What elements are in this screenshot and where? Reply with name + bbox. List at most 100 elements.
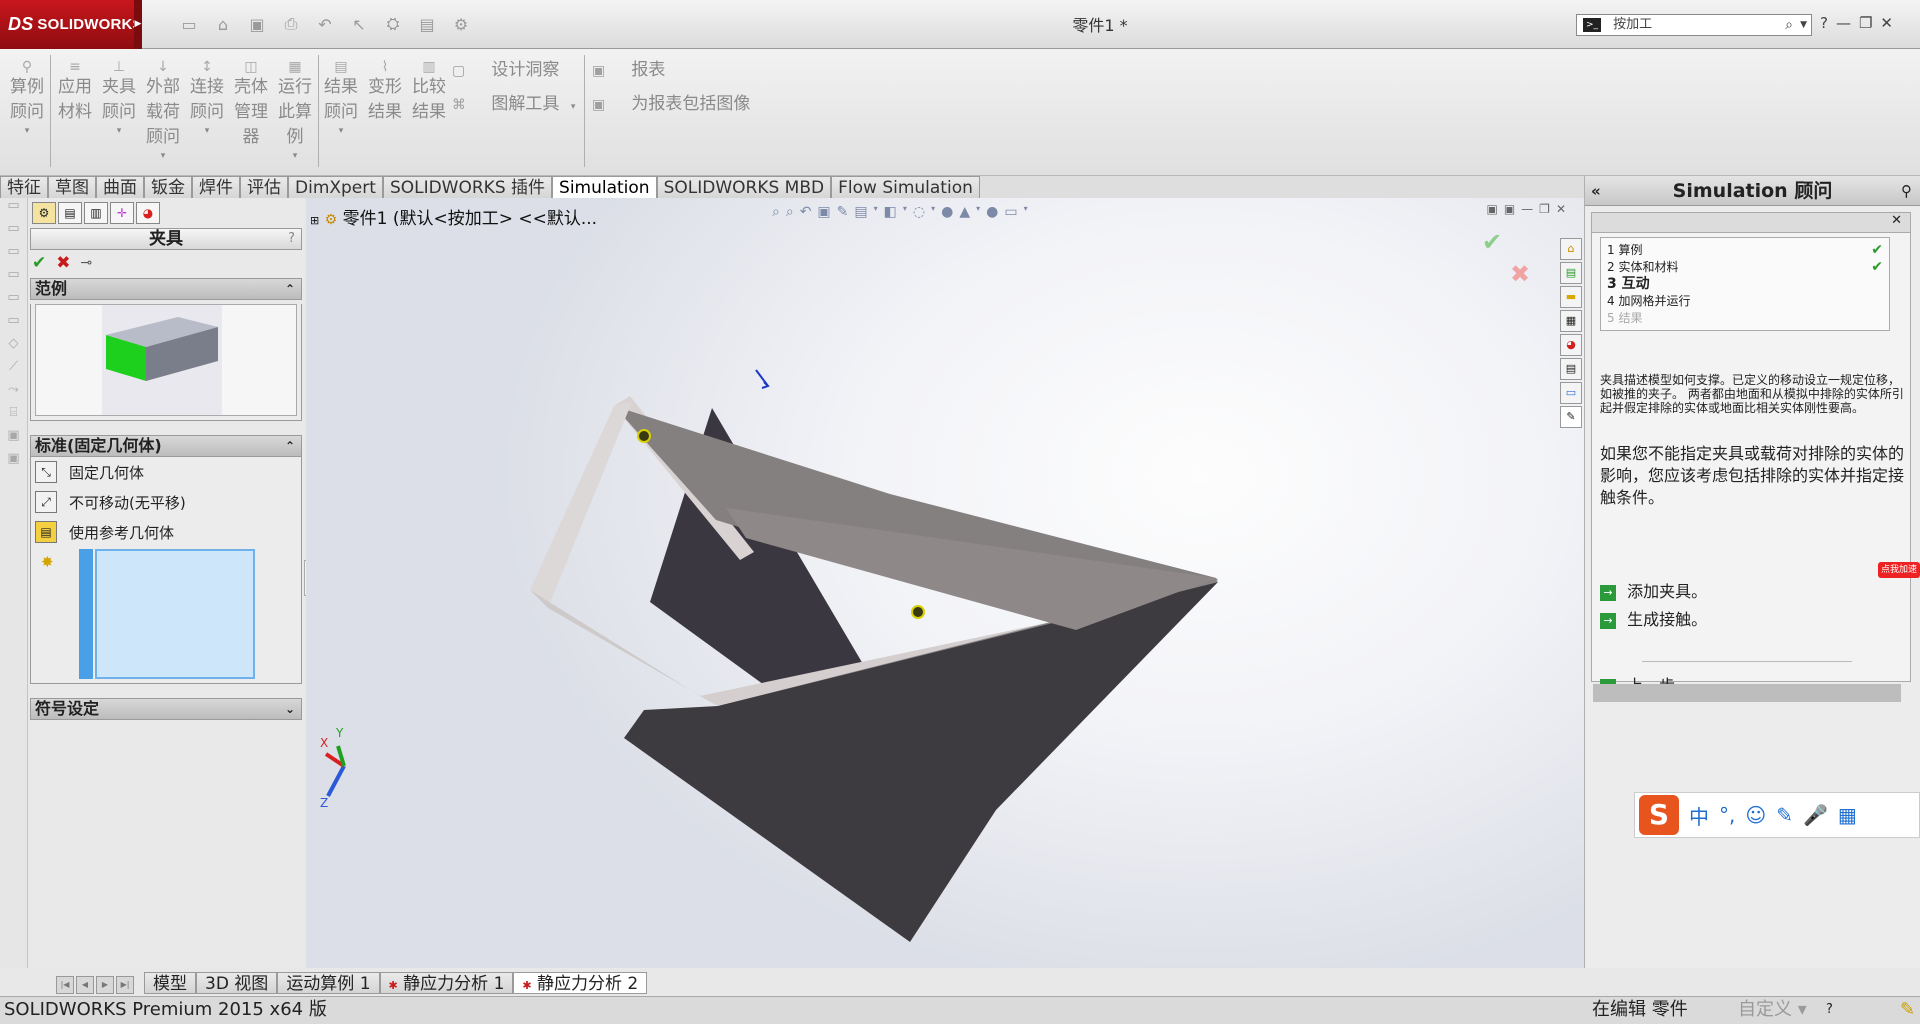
tab-dimxpert[interactable]: DimXpert [288, 176, 383, 198]
simulation-tree-icon[interactable]: ⚙ [32, 202, 56, 224]
external-loads-advisor-tool[interactable]: ↓ 外部 载荷 顾问 ▾ [144, 55, 182, 162]
property-manager-icon[interactable]: ▤ [58, 202, 82, 224]
minimize-button[interactable]: — [1836, 14, 1851, 32]
tab-addins[interactable]: SOLIDWORKS 插件 [382, 176, 553, 198]
step-interactions[interactable]: 3 互动 [1607, 276, 1883, 293]
menu-expand-icon[interactable]: ▶ [134, 0, 142, 49]
fixture-marker-1[interactable] [637, 429, 651, 443]
chevron-down-icon[interactable]: ▾ [931, 204, 935, 220]
design-insight-tool[interactable]: ▢ 设计洞察 [452, 57, 559, 83]
tab-evaluate[interactable]: 评估 [240, 176, 288, 198]
select-icon[interactable]: ↖ [346, 15, 372, 34]
feature-tree-root[interactable]: ⊞ ⚙ 零件1 (默认<按加工> <<默认... [310, 204, 597, 229]
tab-features[interactable]: 特征 [0, 176, 48, 198]
fixtures-advisor-tool[interactable]: ⊥ 夹具 顾问 ▾ [100, 55, 138, 137]
offset-icon[interactable]: ⤳ [0, 382, 27, 405]
confirm-cancel-icon[interactable]: ✖ [1510, 260, 1530, 288]
view-palette-icon[interactable]: ▦ [1560, 310, 1582, 332]
relation-icon[interactable]: ▣ [0, 451, 27, 474]
chevron-down-icon[interactable]: ⌄ [285, 699, 295, 719]
library-icon[interactable]: ▤ [1560, 262, 1582, 284]
chevron-down-icon[interactable]: ▾ [571, 102, 576, 112]
step-mesh-run[interactable]: 4 加网格并运行 [1607, 293, 1883, 310]
close-button[interactable]: ✕ [1880, 14, 1893, 32]
compare-results-tool[interactable]: ▥ 比较 结果 [410, 55, 448, 125]
faces-selection-box[interactable] [95, 549, 255, 679]
arc-icon[interactable]: ▭ [0, 290, 27, 313]
view-orientation-icon[interactable]: ▤ [854, 204, 867, 220]
chevron-down-icon[interactable]: ▾ [1024, 204, 1028, 220]
step-study[interactable]: 1 算例 ✔ [1607, 242, 1883, 259]
graphics-area[interactable]: ⊞ ⚙ 零件1 (默认<按加工> <<默认... ⌕ ⌕ ↶ ▣ ✎ ▤ ▾ ◧… [306, 198, 1584, 968]
collapse-icon[interactable]: « [1591, 176, 1601, 206]
display-style-icon[interactable]: ◧ [884, 204, 897, 220]
display-manager-icon[interactable]: ◕ [136, 202, 160, 224]
pattern-icon[interactable]: ▣ [0, 428, 27, 451]
tab-weldments[interactable]: 焊件 [192, 176, 240, 198]
scene-icon[interactable]: ▲ [959, 204, 970, 220]
help-icon[interactable]: ? [1826, 997, 1833, 1023]
grid-menu-icon[interactable]: ▦ [1838, 803, 1857, 827]
tab-simulation[interactable]: Simulation [552, 176, 657, 198]
hide-show-icon[interactable]: ◌ [913, 204, 925, 220]
mirror-icon[interactable]: ⌸ [0, 405, 27, 428]
home-icon[interactable]: ⌂ [1560, 238, 1582, 260]
chevron-up-icon[interactable]: ⌃ [285, 279, 295, 299]
trim-icon[interactable]: ⟋ [0, 359, 27, 382]
fixture-type-reference[interactable]: ▤ 使用参考几何体 [31, 517, 301, 547]
study-advisor-tool[interactable]: ⚲ 算例 顾问 ▾ [8, 55, 46, 137]
sketch-icon[interactable]: ▭ [0, 198, 27, 221]
tab-static-study-2[interactable]: ✱ 静应力分析 2 [513, 972, 648, 994]
rebuild-icon[interactable]: ⛭ [380, 14, 406, 34]
close-icon[interactable]: ✕ [1891, 213, 1902, 228]
simulation-advisor-icon[interactable]: ✎ [1560, 406, 1582, 428]
tab-mbd[interactable]: SOLIDWORKS MBD [656, 176, 832, 198]
appearance-icon[interactable]: ● [941, 204, 953, 220]
results-advisor-tool[interactable]: ▤ 结果 顾问 ▾ [322, 55, 360, 137]
prev-tab-icon[interactable]: ◀ [76, 976, 94, 994]
search-input[interactable]: 按加工 [1613, 17, 1652, 32]
folder-icon[interactable]: ▬ [1560, 286, 1582, 308]
line-icon[interactable]: ▭ [0, 221, 27, 244]
zoom-to-fit-icon[interactable]: ⌕ [772, 204, 780, 220]
advisor-scroll-bar[interactable] [1593, 684, 1901, 702]
punctuation-icon[interactable]: °, [1719, 803, 1735, 827]
chevron-down-icon[interactable]: ▾ [903, 204, 907, 220]
include-image-tool[interactable]: ▣ 为报表包括图像 [592, 91, 750, 117]
cancel-x-icon[interactable]: ✖ [56, 253, 70, 273]
help-icon[interactable]: ? [288, 229, 295, 249]
appearances-icon[interactable]: ◕ [1560, 334, 1582, 356]
chevron-up-icon[interactable]: ⌃ [285, 436, 295, 456]
tab-flow-simulation[interactable]: Flow Simulation [831, 176, 980, 198]
expand-icon[interactable]: ⊞ [310, 214, 319, 227]
microphone-icon[interactable]: 🎤 [1803, 803, 1828, 827]
shell-manager-tool[interactable]: ◫ 壳体 管理 器 [232, 55, 270, 150]
step-bodies-materials[interactable]: 2 实体和材料 ✔ [1607, 259, 1883, 276]
forum-icon[interactable]: ▭ [1560, 382, 1582, 404]
search-icon[interactable]: ⌕ [1785, 15, 1793, 35]
tab-3d-view[interactable]: 3D 视图 [196, 972, 278, 994]
pushpin-icon[interactable]: ⊸ [81, 255, 93, 271]
ime-language-toggle[interactable]: 中 [1689, 801, 1709, 830]
report-tool[interactable]: ▣ 报表 [592, 57, 665, 83]
tab-sketch[interactable]: 草图 [48, 176, 96, 198]
help-button[interactable]: ? [1820, 14, 1828, 32]
custom-properties-icon[interactable]: ▤ [1560, 358, 1582, 380]
next-tab-icon[interactable]: ▶ [96, 976, 114, 994]
search-box[interactable]: >_ 按加工 ⌕ ▼ [1576, 14, 1812, 36]
solidworks-logo[interactable]: DS SOLIDWORKS [0, 0, 143, 49]
ok-check-icon[interactable]: ✔ [32, 253, 46, 273]
restore-button[interactable]: ❐ [1859, 14, 1872, 32]
new-document-icon[interactable]: ▭ [176, 15, 202, 34]
deformed-result-tool[interactable]: ⌇ 变形 结果 [366, 55, 404, 125]
run-study-tool[interactable]: ▦ 运行 此算 例 ▾ [276, 55, 314, 162]
generate-contact-link[interactable]: → 生成接触。 [1600, 609, 1707, 631]
chevron-down-icon[interactable]: ▼ [1800, 15, 1807, 35]
rectangle-icon[interactable]: ▭ [0, 244, 27, 267]
chevron-down-icon[interactable]: ▾ [976, 204, 980, 220]
plot-tools-tool[interactable]: ⌘ 图解工具 ▾ [452, 91, 575, 117]
chevron-down-icon[interactable]: ▾ [874, 204, 878, 220]
fixture-type-immovable[interactable]: ⤢ 不可移动(无平移) [31, 487, 301, 517]
fixture-marker-2[interactable] [911, 605, 925, 619]
chevron-down-icon[interactable]: ▾ [276, 150, 314, 162]
